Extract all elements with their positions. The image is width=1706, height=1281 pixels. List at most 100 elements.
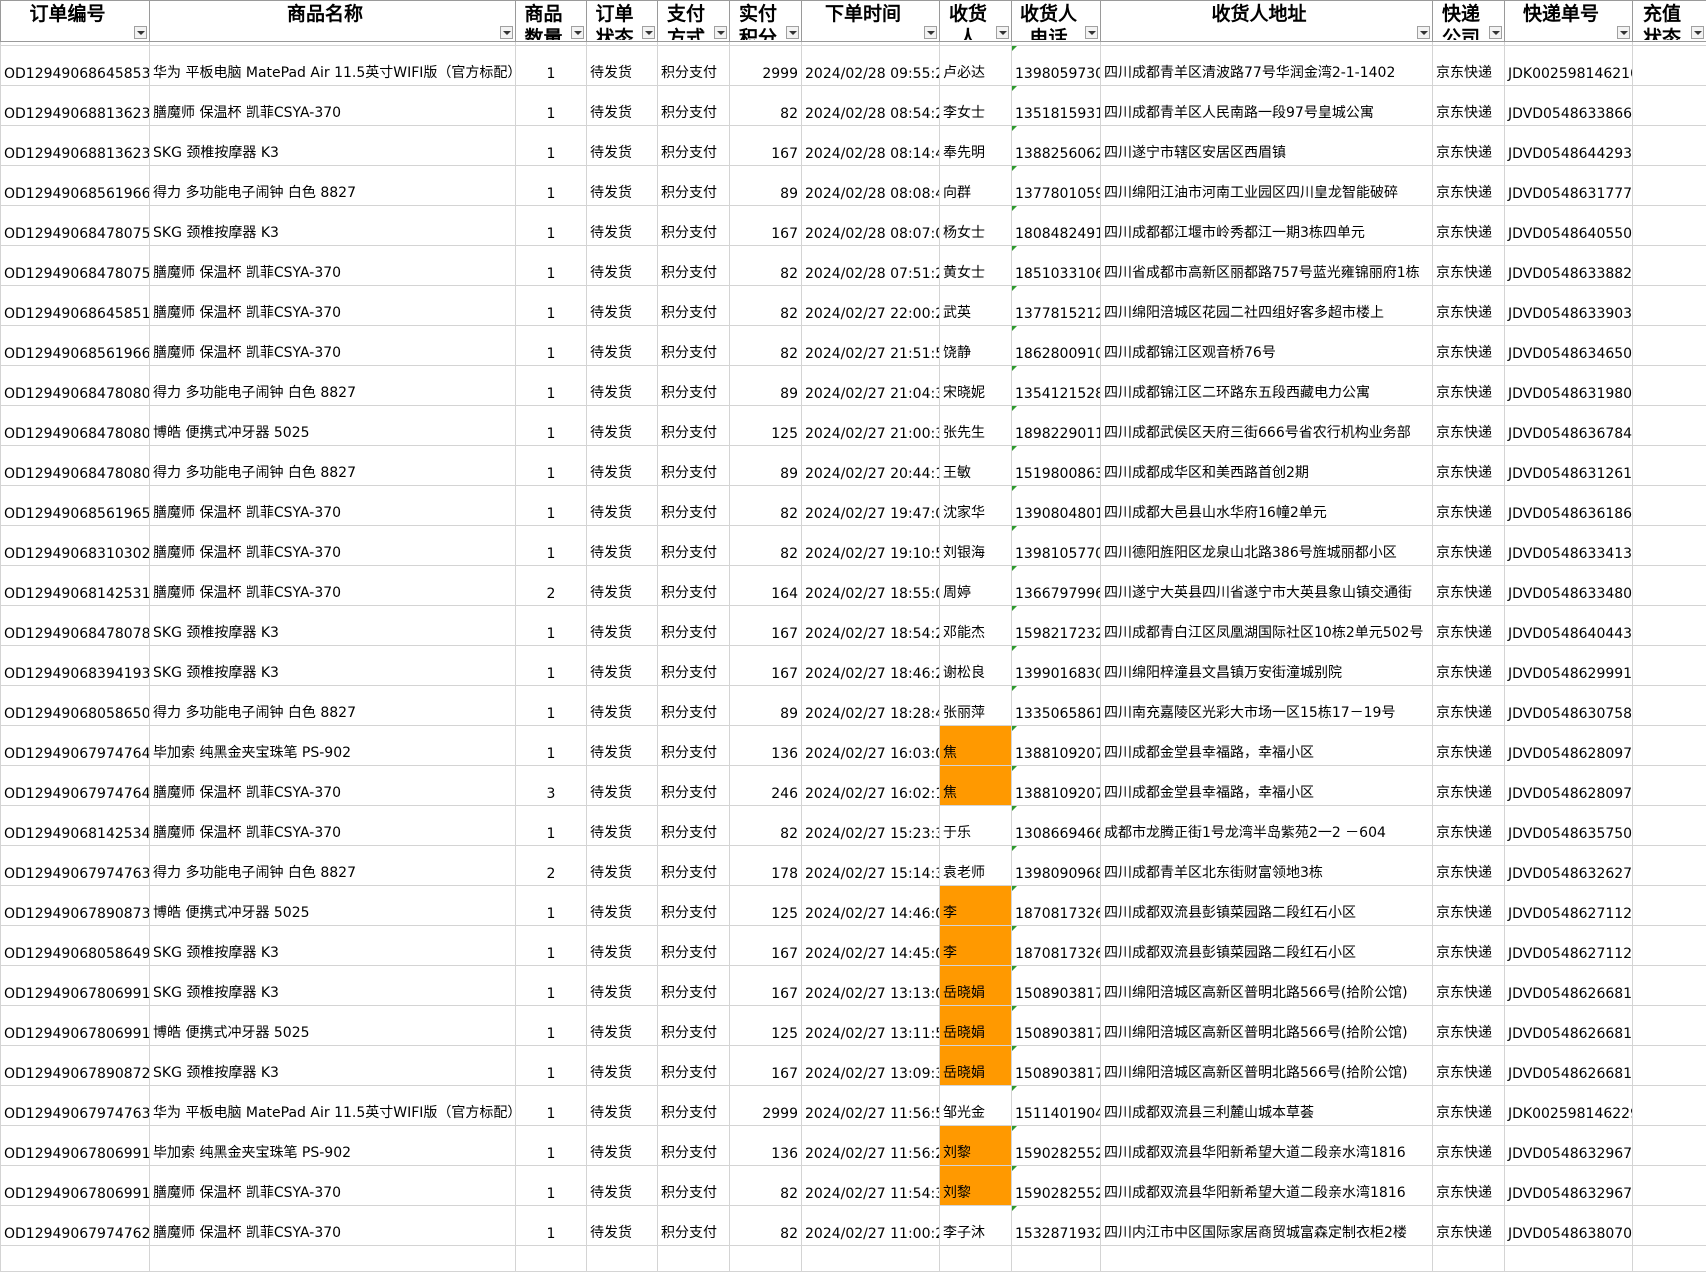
cell-courier[interactable]: 京东快递 (1432, 165, 1505, 206)
cell-points[interactable]: 125 (729, 405, 802, 446)
cell-receiver[interactable]: 李 (939, 885, 1012, 926)
cell-points[interactable]: 167 (729, 645, 802, 686)
cell-recharge[interactable] (1632, 325, 1706, 366)
cell-status[interactable]: 待发货 (586, 1045, 658, 1086)
cell-order_id[interactable]: OD1294906847808084 (0, 365, 150, 406)
cell-status[interactable]: 待发货 (586, 1165, 658, 1206)
cell-phone[interactable]: 18982290111 (1011, 405, 1101, 446)
cell-order_id[interactable]: OD1294906847807890 (0, 605, 150, 646)
cell-payment[interactable]: 积分支付 (657, 405, 730, 446)
cell-product[interactable]: 膳魔师 保温杯 凯菲CSYA-370 (149, 485, 516, 526)
cell-courier[interactable]: 京东快递 (1432, 485, 1505, 526)
cell-product[interactable]: 膳魔师 保温杯 凯菲CSYA-370 (149, 765, 516, 806)
cell-courier[interactable]: 京东快递 (1432, 205, 1505, 246)
cell-payment[interactable]: 积分支付 (657, 925, 730, 966)
cell-payment[interactable]: 积分支付 (657, 1085, 730, 1126)
empty-cell[interactable] (1432, 1245, 1505, 1272)
column-header-qty[interactable]: 商品数量 (515, 0, 587, 42)
cell-courier[interactable]: 京东快递 (1432, 645, 1505, 686)
cell-recharge[interactable] (1632, 85, 1706, 126)
filter-dropdown-icon[interactable] (786, 26, 799, 39)
cell-courier[interactable]: 京东快递 (1432, 965, 1505, 1006)
cell-order_id[interactable]: OD1294906847807598 (0, 205, 150, 246)
cell-points[interactable]: 125 (729, 1005, 802, 1046)
cell-status[interactable]: 待发货 (586, 1205, 658, 1246)
cell-receiver[interactable]: 袁老师 (939, 845, 1012, 886)
cell-product[interactable]: 毕加索 纯黑金夹宝珠笔 PS-902 (149, 1125, 516, 1166)
cell-phone[interactable]: 13881092079 (1011, 725, 1101, 766)
cell-recharge[interactable] (1632, 565, 1706, 606)
cell-points[interactable]: 136 (729, 1125, 802, 1166)
cell-points[interactable]: 167 (729, 205, 802, 246)
cell-receiver[interactable]: 刘黎 (939, 1125, 1012, 1166)
cell-points[interactable]: 125 (729, 885, 802, 926)
cell-recharge[interactable] (1632, 965, 1706, 1006)
cell-receiver[interactable]: 焦 (939, 765, 1012, 806)
filter-dropdown-icon[interactable] (1489, 26, 1502, 39)
cell-phone[interactable]: 18510331060 (1011, 245, 1101, 286)
cell-order_time[interactable]: 2024/02/27 11:00:28 (801, 1205, 940, 1246)
cell-address[interactable]: 四川成都成华区和美西路首创2期 (1100, 445, 1433, 486)
cell-courier[interactable]: 京东快递 (1432, 725, 1505, 766)
cell-address[interactable]: 四川德阳旌阳区龙泉山北路386号旌城丽都小区 (1100, 525, 1433, 566)
cell-courier[interactable]: 京东快递 (1432, 45, 1505, 86)
cell-order_time[interactable]: 2024/02/27 15:23:30 (801, 805, 940, 846)
cell-phone[interactable]: 18628009108 (1011, 325, 1101, 366)
cell-receiver[interactable]: 周婷 (939, 565, 1012, 606)
cell-recharge[interactable] (1632, 885, 1706, 926)
cell-order_id[interactable]: OD1294906789087240 (0, 1045, 150, 1086)
cell-points[interactable]: 82 (729, 485, 802, 526)
cell-phone[interactable]: 13908048010 (1011, 485, 1101, 526)
cell-tracking[interactable]: JDVD05486338666 (1504, 85, 1633, 126)
column-header-points[interactable]: 实付积分 (729, 0, 802, 42)
cell-order_id[interactable]: OD1294906864585165 (0, 285, 150, 326)
cell-qty[interactable]: 1 (515, 925, 587, 966)
cell-tracking[interactable]: JDVD05486380706 (1504, 1205, 1633, 1246)
cell-order_id[interactable]: OD1294906847808055 (0, 445, 150, 486)
cell-status[interactable]: 待发货 (586, 685, 658, 726)
cell-qty[interactable]: 1 (515, 1085, 587, 1126)
cell-recharge[interactable] (1632, 725, 1706, 766)
cell-order_id[interactable]: OD1294906780699138 (0, 1165, 150, 1206)
filter-dropdown-icon[interactable] (1085, 26, 1098, 39)
cell-status[interactable]: 待发货 (586, 645, 658, 686)
cell-recharge[interactable] (1632, 645, 1706, 686)
cell-recharge[interactable] (1632, 165, 1706, 206)
filter-dropdown-icon[interactable] (642, 26, 655, 39)
cell-recharge[interactable] (1632, 125, 1706, 166)
cell-status[interactable]: 待发货 (586, 365, 658, 406)
cell-order_time[interactable]: 2024/02/27 18:28:41 (801, 685, 940, 726)
cell-courier[interactable]: 京东快递 (1432, 565, 1505, 606)
cell-order_time[interactable]: 2024/02/27 16:02:12 (801, 765, 940, 806)
cell-tracking[interactable]: JDVD05486339036 (1504, 285, 1633, 326)
cell-courier[interactable]: 京东快递 (1432, 525, 1505, 566)
cell-product[interactable]: 膳魔师 保温杯 凯菲CSYA-370 (149, 1205, 516, 1246)
filter-dropdown-icon[interactable] (500, 26, 513, 39)
cell-courier[interactable]: 京东快递 (1432, 445, 1505, 486)
cell-product[interactable]: SKG 颈椎按摩器 K3 (149, 1045, 516, 1086)
cell-tracking[interactable]: JDVD05486361869 (1504, 485, 1633, 526)
cell-order_time[interactable]: 2024/02/27 19:47:09 (801, 485, 940, 526)
cell-courier[interactable]: 京东快递 (1432, 85, 1505, 126)
cell-phone[interactable]: 13980909686 (1011, 845, 1101, 886)
cell-status[interactable]: 待发货 (586, 1085, 658, 1126)
cell-address[interactable]: 四川遂宁大英县四川省遂宁市大英县象山镇交通街 (1100, 565, 1433, 606)
cell-payment[interactable]: 积分支付 (657, 685, 730, 726)
cell-points[interactable]: 164 (729, 565, 802, 606)
cell-address[interactable]: 四川绵阳涪城区高新区普明北路566号(拾阶公馆) (1100, 1045, 1433, 1086)
cell-phone[interactable]: 13350658611 (1011, 685, 1101, 726)
cell-phone[interactable]: 15089038176 (1011, 965, 1101, 1006)
cell-status[interactable]: 待发货 (586, 325, 658, 366)
cell-courier[interactable]: 京东快递 (1432, 805, 1505, 846)
cell-product[interactable]: 华为 平板电脑 MatePad Air 11.5英寸WIFI版（官方标配） (149, 1085, 516, 1126)
cell-payment[interactable]: 积分支付 (657, 285, 730, 326)
cell-points[interactable]: 89 (729, 365, 802, 406)
cell-courier[interactable]: 京东快递 (1432, 1045, 1505, 1086)
cell-status[interactable]: 待发货 (586, 45, 658, 86)
cell-order_id[interactable]: OD1294906831030295 (0, 525, 150, 566)
cell-tracking[interactable]: JDVD05486405501 (1504, 205, 1633, 246)
cell-address[interactable]: 四川绵阳涪城区花园二社四组好客多超市楼上 (1100, 285, 1433, 326)
cell-status[interactable]: 待发货 (586, 1005, 658, 1046)
cell-order_time[interactable]: 2024/02/27 21:04:34 (801, 365, 940, 406)
cell-order_time[interactable]: 2024/02/27 13:13:06 (801, 965, 940, 1006)
